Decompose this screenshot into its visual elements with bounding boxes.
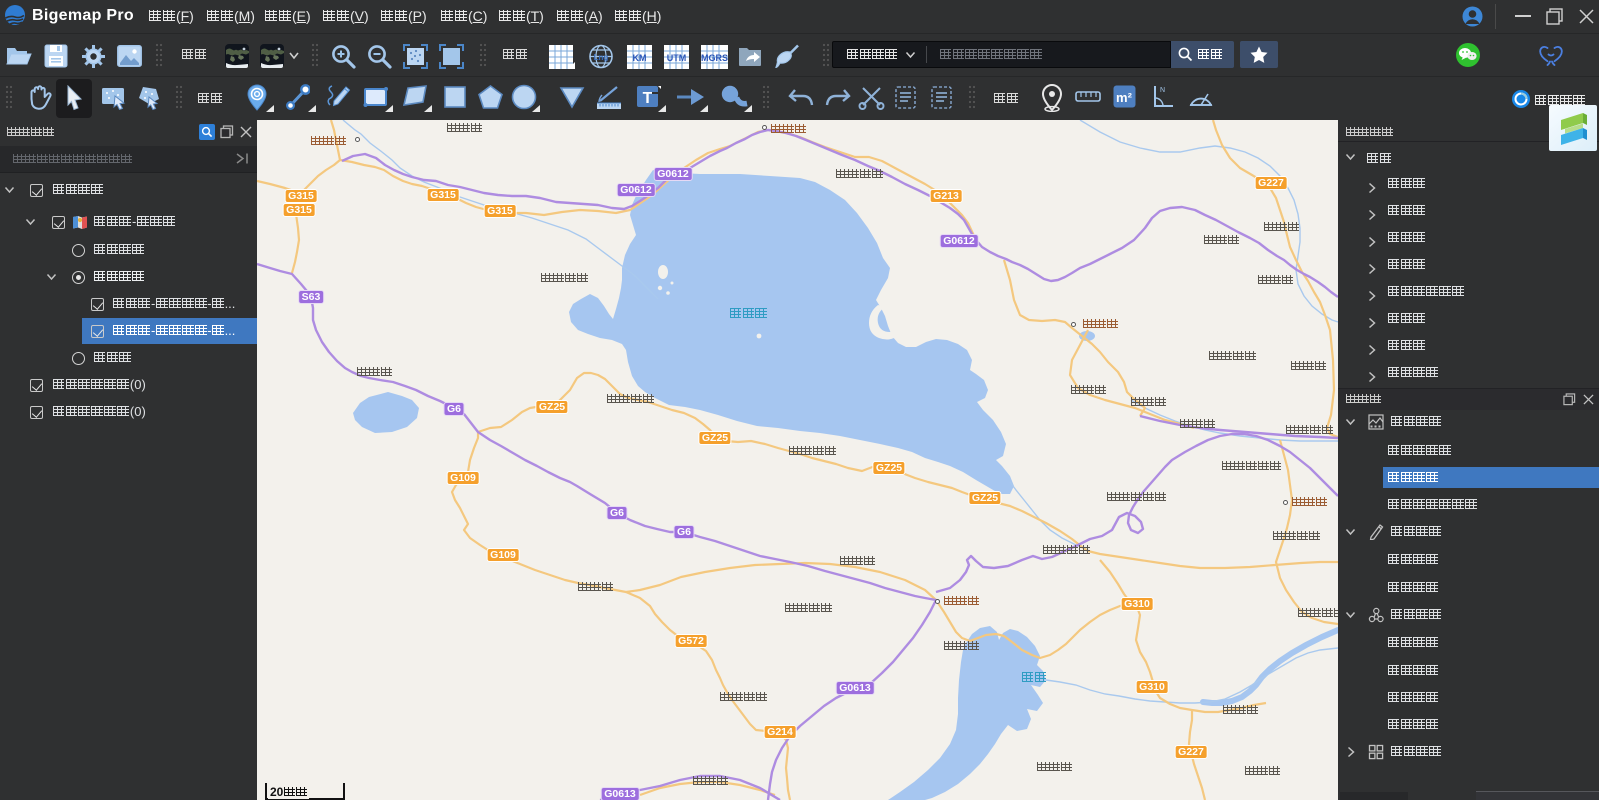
svg-text:T: T — [643, 90, 653, 107]
svg-text:KM: KM — [633, 53, 647, 63]
svg-text:MGRS: MGRS — [701, 53, 728, 63]
svg-text:m²: m² — [1116, 90, 1133, 105]
svg-text:Lng: Lng — [594, 53, 609, 62]
svg-text:UTM: UTM — [667, 53, 687, 63]
svg-text:N: N — [1160, 87, 1165, 94]
